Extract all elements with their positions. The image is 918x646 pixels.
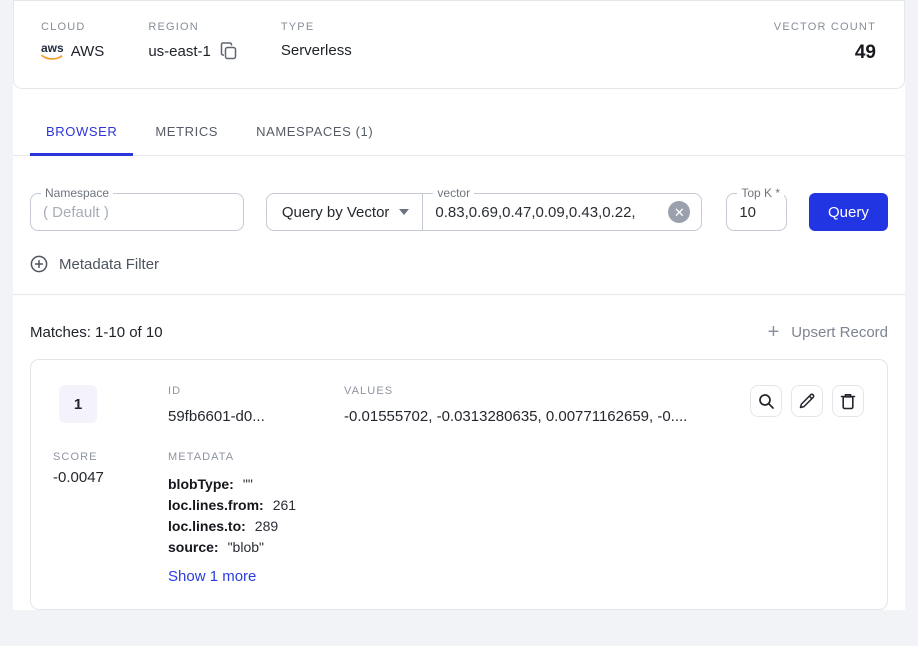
id-cell: ID 59fb6601-d0... [168,385,344,425]
record-actions [750,385,864,425]
topk-field-label: Top K * [737,186,784,200]
query-mode-and-vector-field: Query by Vector vector ✕ [266,193,702,231]
type-label: TYPE [281,21,352,33]
id-value: 59fb6601-d0... [168,408,344,425]
cloud-label: CLOUD [41,21,104,33]
cloud-stat: CLOUD aws AWS [41,21,104,61]
plus-circle-icon [30,255,48,273]
vector-count-stat: VECTOR COUNT 49 [774,21,876,64]
values-value: -0.01555702, -0.0313280635, 0.0077116265… [344,408,750,425]
score-cell: SCORE -0.0047 [53,451,168,585]
query-button[interactable]: Query [809,193,888,231]
vector-field[interactable]: vector ✕ [423,194,701,230]
trash-icon [840,393,856,410]
values-label: VALUES [344,385,750,397]
vector-count-label: VECTOR COUNT [774,21,876,33]
metadata-list: blobType:"" loc.lines.from:261 loc.lines… [168,474,750,558]
values-cell: VALUES -0.01555702, -0.0313280635, 0.007… [344,385,750,425]
score-value: -0.0047 [53,469,168,486]
upsert-record-button[interactable]: + Upsert Record [768,322,888,342]
region-label: REGION [148,21,237,33]
chevron-down-icon [399,209,409,215]
id-label: ID [168,385,344,397]
matches-row: Matches: 1-10 of 10 + Upsert Record [13,322,905,342]
delete-record-button[interactable] [832,385,864,417]
topk-field[interactable]: Top K * [726,193,787,231]
tab-browser[interactable]: BROWSER [30,110,133,156]
edit-record-button[interactable] [791,385,823,417]
region-stat: REGION us-east-1 [148,21,237,60]
tab-metrics[interactable]: METRICS [139,110,234,156]
metadata-label: METADATA [168,451,750,463]
vector-count-value: 49 [774,42,876,64]
region-value: us-east-1 [148,43,211,60]
metadata-entry: loc.lines.from:261 [168,495,750,516]
cloud-value: AWS [71,43,105,60]
type-value: Serverless [281,42,352,59]
query-bar: Namespace Query by Vector vector ✕ Top K… [13,193,905,231]
metadata-cell: METADATA blobType:"" loc.lines.from:261 … [168,451,750,585]
section-divider [13,294,905,295]
aws-logo-icon: aws [41,42,64,61]
show-more-link[interactable]: Show 1 more [168,568,750,585]
namespace-field[interactable]: Namespace [30,193,244,231]
search-icon [758,393,775,410]
metadata-entry: blobType:"" [168,474,750,495]
match-result-card: 1 ID 59fb6601-d0... VALUES -0.01555702, … [30,359,888,610]
copy-region-icon[interactable] [220,42,237,60]
type-stat: TYPE Serverless [281,21,352,59]
tab-namespaces[interactable]: NAMESPACES (1) [240,110,389,156]
matches-count: Matches: 1-10 of 10 [30,324,163,341]
score-label: SCORE [53,451,168,463]
namespace-field-label: Namespace [41,186,113,200]
query-mode-label: Query by Vector [282,204,390,221]
query-mode-select[interactable]: Query by Vector [267,194,423,230]
metadata-entry: source:"blob" [168,537,750,558]
metadata-filter-button[interactable]: Metadata Filter [13,255,905,273]
rank-badge: 1 [59,385,97,423]
index-summary-card: CLOUD aws AWS REGION us-east-1 [13,0,905,89]
plus-icon: + [768,322,780,342]
vector-field-label: vector [433,186,474,200]
tab-bar: BROWSER METRICS NAMESPACES (1) [13,109,905,156]
metadata-entry: loc.lines.to:289 [168,516,750,537]
metadata-filter-label: Metadata Filter [59,256,159,273]
main-panel: CLOUD aws AWS REGION us-east-1 [13,0,905,610]
pencil-icon [799,393,815,409]
inspect-record-button[interactable] [750,385,782,417]
upsert-record-label: Upsert Record [791,324,888,341]
